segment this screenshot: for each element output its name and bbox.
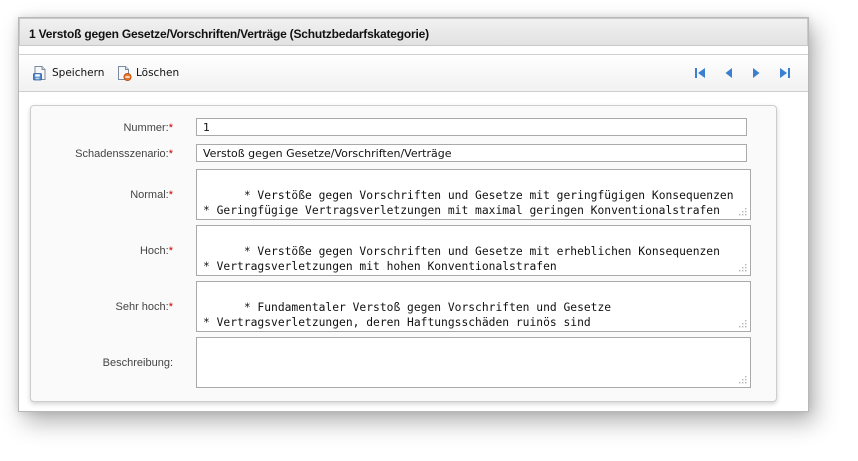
first-record-button[interactable]: [693, 66, 707, 80]
normal-textarea[interactable]: * Verstöße gegen Vorschriften und Gesetz…: [196, 169, 751, 220]
nummer-field[interactable]: 1: [196, 118, 747, 136]
save-document-icon: [32, 65, 48, 81]
required-marker: *: [168, 245, 173, 257]
dialog-window: 1 Verstoß gegen Gesetze/Vorschriften/Ver…: [18, 17, 809, 412]
window-title: 1 Verstoß gegen Gesetze/Vorschriften/Ver…: [29, 27, 429, 41]
last-record-button[interactable]: [778, 66, 792, 80]
next-record-icon: [753, 68, 760, 78]
save-button-label: Speichern: [52, 67, 105, 79]
last-record-icon: [780, 68, 790, 78]
nummer-label: Nummer:*: [123, 122, 173, 134]
resize-grip-icon[interactable]: [738, 375, 747, 384]
form-panel: Nummer:* 1 Schadensszenario:* Verstoß ge…: [30, 105, 777, 402]
normal-text: * Verstöße gegen Vorschriften und Gesetz…: [203, 189, 734, 217]
previous-record-icon: [725, 68, 732, 78]
toolbar: Speichern Löschen: [19, 54, 808, 92]
hoch-textarea[interactable]: * Verstöße gegen Vorschriften und Gesetz…: [196, 225, 751, 276]
delete-button-label: Löschen: [136, 67, 180, 79]
required-marker: *: [168, 148, 173, 160]
schadensszenario-label: Schadensszenario:*: [75, 148, 173, 160]
sehr-hoch-textarea[interactable]: * Fundamentaler Verstoß gegen Vorschrift…: [196, 281, 751, 332]
hoch-text: * Verstöße gegen Vorschriften und Gesetz…: [203, 245, 720, 273]
delete-document-icon: [116, 65, 132, 81]
beschreibung-textarea[interactable]: [196, 337, 751, 388]
hoch-label: Hoch:*: [139, 245, 173, 257]
normal-label: Normal:*: [130, 189, 173, 201]
previous-record-button[interactable]: [722, 66, 736, 80]
resize-grip-icon[interactable]: [738, 207, 747, 216]
delete-button[interactable]: Löschen: [116, 65, 179, 81]
required-marker: *: [168, 189, 173, 201]
first-record-icon: [695, 68, 705, 78]
next-record-button[interactable]: [749, 66, 763, 80]
required-marker: *: [168, 122, 173, 134]
beschreibung-label: Beschreibung:: [102, 357, 173, 369]
title-bar: 1 Verstoß gegen Gesetze/Vorschriften/Ver…: [19, 18, 808, 46]
resize-grip-icon[interactable]: [738, 263, 747, 272]
sehr-hoch-text: * Fundamentaler Verstoß gegen Vorschrift…: [203, 301, 612, 329]
sehr-hoch-label: Sehr hoch:*: [115, 301, 173, 313]
required-marker: *: [168, 301, 173, 313]
schadensszenario-field[interactable]: Verstoß gegen Gesetze/Vorschriften/Vertr…: [196, 144, 747, 162]
save-button[interactable]: Speichern: [32, 65, 104, 81]
resize-grip-icon[interactable]: [738, 319, 747, 328]
